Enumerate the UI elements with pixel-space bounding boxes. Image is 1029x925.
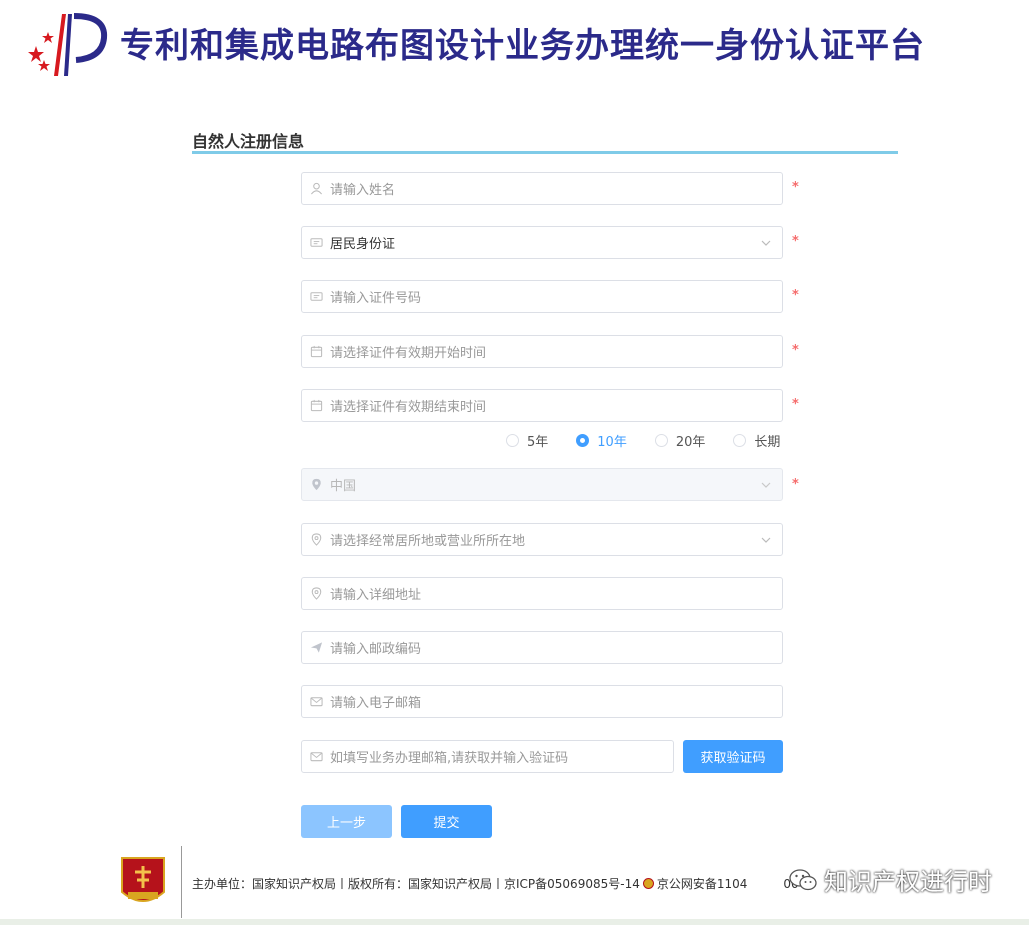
police-emblem-icon xyxy=(642,878,654,889)
radio-20-years[interactable]: 20年 xyxy=(654,431,706,450)
footer-copyright: 主办单位：国家知识产权局丨版权所有：国家知识产权局丨京ICP备05069085号… xyxy=(192,877,640,891)
get-code-button[interactable]: 获取验证码 xyxy=(683,740,783,773)
chevron-down-icon[interactable] xyxy=(760,534,772,546)
validity-radio-group: 5年 10年 20年 长期 xyxy=(506,431,808,450)
postcode-placeholder: 请输入邮政编码 xyxy=(330,642,422,657)
location-pin-icon xyxy=(302,478,330,491)
calendar-icon xyxy=(302,345,330,358)
country-select: 中国 xyxy=(301,468,783,501)
email-placeholder: 请输入电子邮箱 xyxy=(330,696,422,711)
verification-code-input[interactable]: 如填写业务办理邮箱,请获取并输入验证码 xyxy=(301,740,674,773)
footer-info: 主办单位：国家知识产权局丨版权所有：国家知识产权局丨京ICP备05069085号… xyxy=(192,875,811,892)
required-mark: * xyxy=(792,343,799,358)
radio-circle[interactable] xyxy=(506,434,519,447)
id-card-icon xyxy=(302,236,330,249)
radio-5-years[interactable]: 5年 xyxy=(506,431,548,450)
radio-circle[interactable] xyxy=(576,434,590,447)
radio-circle[interactable] xyxy=(654,434,668,447)
calendar-icon xyxy=(302,399,330,412)
chevron-down-icon xyxy=(761,482,771,488)
address-input[interactable]: 请输入详细地址 xyxy=(301,577,783,610)
residence-select[interactable]: 请选择经常居所地或营业所所在地 xyxy=(301,523,783,556)
section-divider xyxy=(192,151,898,154)
id-type-value: 居民身份证 xyxy=(330,237,396,252)
watermark-text: 知识产权进行时 xyxy=(824,868,992,896)
location-pin-icon xyxy=(302,533,330,546)
id-type-select[interactable]: 居民身份证 xyxy=(301,226,783,259)
country-value: 中国 xyxy=(330,479,357,494)
required-mark: * xyxy=(792,397,799,412)
mail-icon xyxy=(302,750,330,763)
chevron-down-icon[interactable] xyxy=(760,237,772,249)
radio-10-years[interactable]: 10年 xyxy=(576,431,627,450)
radio-label: 10年 xyxy=(597,435,627,450)
radio-label: 20年 xyxy=(675,435,706,450)
user-icon xyxy=(302,182,330,195)
required-mark: * xyxy=(792,180,799,195)
location-pin-icon xyxy=(302,587,330,600)
submit-button[interactable]: 提交 xyxy=(401,805,492,838)
valid-start-placeholder: 请选择证件有效期开始时间 xyxy=(330,346,487,361)
required-mark: * xyxy=(792,477,799,492)
send-icon xyxy=(302,641,330,654)
previous-step-button[interactable]: 上一步 xyxy=(301,805,392,838)
required-mark: * xyxy=(792,288,799,303)
footer-divider xyxy=(181,846,182,918)
radio-long-term[interactable]: 长期 xyxy=(733,431,780,450)
cnipa-logo xyxy=(28,13,108,76)
id-card-icon xyxy=(302,290,330,303)
bottom-bar xyxy=(0,919,1029,925)
id-number-input[interactable]: 请输入证件号码 xyxy=(301,280,783,313)
party-government-badge[interactable] xyxy=(118,852,168,910)
valid-end-date-input[interactable]: 请选择证件有效期结束时间 xyxy=(301,389,783,422)
code-placeholder: 如填写业务办理邮箱,请获取并输入验证码 xyxy=(330,751,569,766)
required-mark: * xyxy=(792,234,799,249)
radio-circle[interactable] xyxy=(733,434,747,447)
email-input[interactable]: 请输入电子邮箱 xyxy=(301,685,783,718)
wechat-watermark: 知识产权进行时 xyxy=(788,862,992,897)
page-header: 专利和集成电路布图设计业务办理统一身份认证平台 xyxy=(0,0,1029,90)
footer-police-record[interactable]: 京公网安备1104 xyxy=(657,875,748,892)
valid-end-placeholder: 请选择证件有效期结束时间 xyxy=(330,400,487,415)
wechat-icon xyxy=(789,868,817,890)
id-number-placeholder: 请输入证件号码 xyxy=(330,291,422,306)
section-title: 自然人注册信息 xyxy=(192,132,305,151)
page-title: 专利和集成电路布图设计业务办理统一身份认证平台 xyxy=(120,26,925,66)
radio-label: 5年 xyxy=(527,435,549,450)
name-placeholder: 请输入姓名 xyxy=(330,183,396,198)
name-input[interactable]: 请输入姓名 xyxy=(301,172,783,205)
postcode-input[interactable]: 请输入邮政编码 xyxy=(301,631,783,664)
valid-start-date-input[interactable]: 请选择证件有效期开始时间 xyxy=(301,335,783,368)
mail-icon xyxy=(302,695,330,708)
address-placeholder: 请输入详细地址 xyxy=(330,588,422,603)
residence-placeholder: 请选择经常居所地或营业所所在地 xyxy=(330,534,526,549)
radio-label: 长期 xyxy=(754,435,781,450)
